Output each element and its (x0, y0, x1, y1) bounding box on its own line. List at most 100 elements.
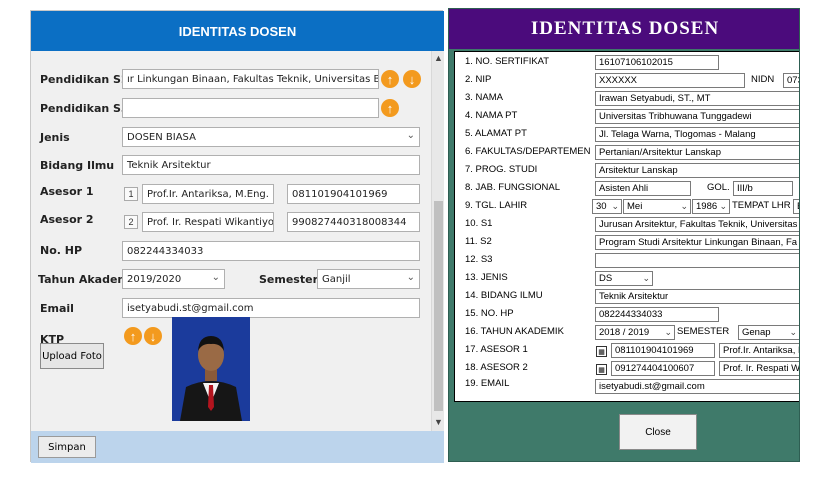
gol-label: GOL. (707, 182, 730, 193)
sertifikat-value: 16107106102015 (599, 57, 673, 68)
asesor1-report-id-field[interactable]: 081101904101969 (611, 343, 715, 358)
asesor2-report-name-value: Prof. Ir. Respati W (723, 363, 800, 374)
email-value: isetyabudi.st@gmail.com (127, 302, 254, 314)
asesor2-report-label: 18. ASESOR 2 (465, 362, 528, 373)
s3-field[interactable] (595, 253, 799, 268)
jab-fungsional-field[interactable]: Asisten Ahli (595, 181, 691, 196)
left-form-scrollbar[interactable]: ▲ ▼ (431, 51, 444, 431)
jab-fungsional-value: Asisten Ahli (599, 183, 649, 194)
right-report-panel: 1. NO. SERTIFIKAT 16107106102015 2. NIP … (454, 51, 800, 402)
no-hp-input[interactable]: 082244334033 (122, 241, 420, 261)
asesor2-name-value: Prof. Ir. Respati Wikantiyoso, (147, 216, 274, 228)
chevron-down-icon: ⌄ (211, 272, 220, 283)
email-report-label: 19. EMAIL (465, 378, 510, 389)
asesor1-report-id-value: 081101904101969 (615, 345, 694, 356)
pendidikan-s2-label: Pendidikan S2 (40, 73, 129, 86)
nama-value: Irawan Setyabudi, ST., MT (599, 93, 711, 104)
chevron-down-icon: ⌄ (406, 272, 415, 283)
asesor1-number: 1 (124, 187, 138, 201)
no-hp-label: No. HP (40, 244, 83, 257)
gol-field[interactable]: III/b (733, 181, 793, 196)
scroll-down-icon[interactable]: ▼ (434, 417, 443, 427)
asesor2-report-id-field[interactable]: 091274404100607 (611, 361, 715, 376)
sertifikat-field[interactable]: 16107106102015 (595, 55, 719, 70)
email-report-value: isetyabudi.st@gmail.com (599, 381, 705, 392)
tahun-report-select[interactable]: 2018 / 2019 ⌄ (595, 325, 675, 340)
asesor1-name-value: Prof.Ir. Antariksa, M.Eng. Ph. (147, 188, 274, 200)
chevron-down-icon: ⌄ (611, 201, 619, 211)
upload-photo-button[interactable]: Upload Foto (40, 343, 104, 369)
asesor2-report-name-field[interactable]: Prof. Ir. Respati W (719, 361, 800, 376)
pendidikan-s2-input[interactable]: ır Linkungan Binaan, Fakultas Teknik, Un… (122, 69, 379, 89)
nama-label: 3. NAMA (465, 92, 504, 103)
semester-value: Ganjil (322, 273, 351, 285)
email-report-field[interactable]: isetyabudi.st@gmail.com (595, 379, 799, 394)
asesor1-report-name-field[interactable]: Prof.Ir. Antariksa, M (719, 343, 800, 358)
nidn-value: 073 (787, 75, 799, 86)
tgl-lahir-day-select[interactable]: 30 ⌄ (592, 199, 622, 214)
semester-report-label: SEMESTER (677, 326, 730, 337)
calendar-icon[interactable]: ▦ (596, 346, 607, 357)
tahun-report-label: 16. TAHUN AKADEMIK (465, 326, 564, 337)
bidang-report-field[interactable]: Teknik Arsitektur (595, 289, 799, 304)
asesor2-id-input[interactable]: 990827440318008344 (287, 212, 420, 232)
nama-pt-label: 4. NAMA PT (465, 110, 518, 121)
asesor1-name-input[interactable]: Prof.Ir. Antariksa, M.Eng. Ph. (142, 184, 274, 204)
jenis-report-select[interactable]: DS ⌄ (595, 271, 653, 286)
s1-field[interactable]: Jurusan Arsitektur, Fakultas Teknik, Uni… (595, 217, 799, 232)
asesor1-report-name-value: Prof.Ir. Antariksa, M (723, 345, 800, 356)
nama-pt-field[interactable]: Universitas Tribhuwana Tunggadewi (595, 109, 799, 124)
jab-fungsional-label: 8. JAB. FUNGSIONAL (465, 182, 561, 193)
orange-down-arrow-icon[interactable]: ↓ (144, 327, 162, 345)
hp-report-field[interactable]: 082244334033 (595, 307, 719, 322)
chevron-down-icon: ⌄ (664, 327, 672, 337)
email-input[interactable]: isetyabudi.st@gmail.com (122, 298, 420, 318)
asesor2-number: 2 (124, 215, 138, 229)
jenis-label: Jenis (40, 131, 70, 144)
semester-report-value: Genap (742, 327, 771, 338)
alamat-pt-label: 5. ALAMAT PT (465, 128, 527, 139)
nama-field[interactable]: Irawan Setyabudi, ST., MT (595, 91, 799, 106)
asesor1-id-input[interactable]: 081101904101969 (287, 184, 420, 204)
tgl-lahir-year-select[interactable]: 1986 ⌄ (692, 199, 730, 214)
nama-pt-value: Universitas Tribhuwana Tunggadewi (599, 111, 752, 122)
chevron-down-icon: ⌄ (406, 130, 415, 141)
calendar-icon[interactable]: ▦ (596, 364, 607, 375)
nidn-field[interactable]: 073 (783, 73, 799, 88)
jenis-value: DOSEN BIASA (127, 131, 196, 143)
semester-report-select[interactable]: Genap ⌄ (738, 325, 799, 340)
asesor2-id-value: 990827440318008344 (292, 216, 407, 228)
bidang-ilmu-input[interactable]: Teknik Arsitektur (122, 155, 420, 175)
asesor2-name-input[interactable]: Prof. Ir. Respati Wikantiyoso, (142, 212, 274, 232)
bidang-report-label: 14. BIDANG ILMU (465, 290, 543, 301)
prodi-field[interactable]: Arsitektur Lanskap (595, 163, 799, 178)
fakultas-field[interactable]: Pertanian/Arsitektur Lanskap (595, 145, 799, 160)
hp-report-label: 15. NO. HP (465, 308, 514, 319)
jenis-select[interactable]: DOSEN BIASA ⌄ (122, 127, 420, 147)
left-form-title: IDENTITAS DOSEN (178, 23, 297, 39)
right-report-header: IDENTITAS DOSEN (449, 9, 799, 49)
tahun-akademik-select[interactable]: 2019/2020 ⌄ (122, 269, 225, 289)
orange-up-arrow-icon[interactable]: ↑ (124, 327, 142, 345)
orange-down-arrow-icon[interactable]: ↓ (403, 70, 421, 88)
tgl-lahir-label: 9. TGL. LAHIR (465, 200, 528, 211)
nip-field[interactable]: XXXXXX (595, 73, 745, 88)
s2-field[interactable]: Program Studi Arsitektur Linkungan Binaa… (595, 235, 799, 250)
save-button[interactable]: Simpan (38, 436, 96, 458)
semester-select[interactable]: Ganjil ⌄ (317, 269, 420, 289)
orange-up-arrow-icon[interactable]: ↑ (381, 70, 399, 88)
asesor1-label: Asesor 1 (40, 185, 94, 198)
prodi-value: Arsitektur Lanskap (599, 165, 678, 176)
scrollbar-thumb[interactable] (434, 201, 443, 411)
tempat-lahir-field[interactable]: B (793, 199, 799, 214)
orange-up-arrow-icon[interactable]: ↑ (381, 99, 399, 117)
tgl-lahir-month-select[interactable]: Mei ⌄ (623, 199, 691, 214)
fakultas-value: Pertanian/Arsitektur Lanskap (599, 147, 721, 158)
alamat-pt-field[interactable]: Jl. Telaga Warna, Tlogomas - Malang (595, 127, 799, 142)
scroll-up-icon[interactable]: ▲ (434, 53, 443, 63)
bidang-report-value: Teknik Arsitektur (599, 291, 669, 302)
pendidikan-s3-input[interactable] (122, 98, 379, 118)
asesor1-id-value: 081101904101969 (292, 188, 388, 200)
close-button[interactable]: Close (619, 414, 697, 450)
tahun-report-value: 2018 / 2019 (599, 327, 650, 338)
